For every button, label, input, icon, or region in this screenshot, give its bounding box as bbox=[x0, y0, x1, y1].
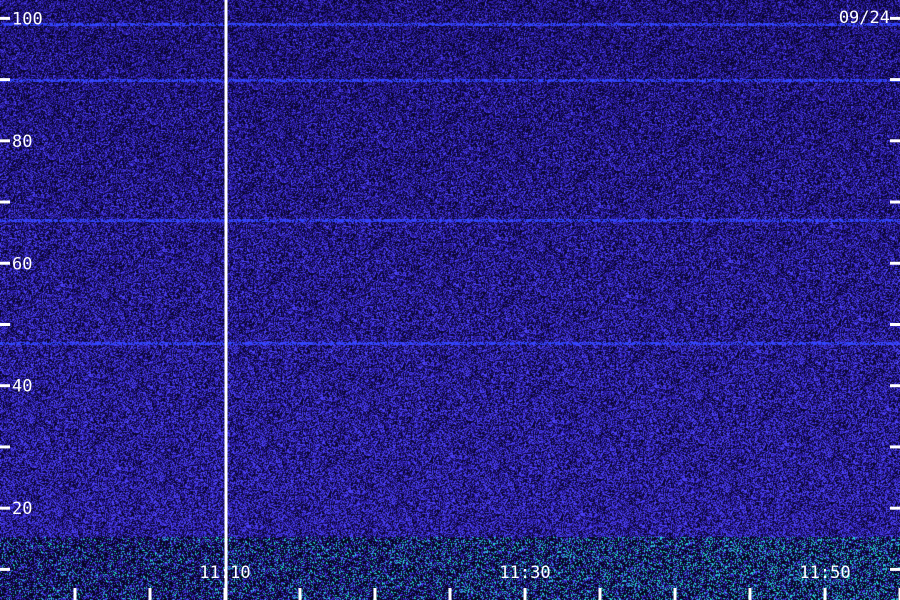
x-tick-label: 11:30 bbox=[499, 563, 550, 583]
y-tick-label: 60 bbox=[12, 254, 32, 274]
x-axis: 11:10 11:30 11:50 bbox=[73, 563, 900, 600]
y-axis: 100 80 60 40 20 bbox=[0, 9, 900, 571]
y-tick-label: 80 bbox=[12, 132, 32, 152]
y-tick-label: 20 bbox=[12, 499, 32, 519]
y-tick-label: 40 bbox=[12, 377, 32, 397]
spectrogram-axes-overlay: 100 80 60 40 20 11:10 11:30 11:50 09/24 bbox=[0, 0, 900, 600]
y-tick-label: 100 bbox=[12, 9, 43, 29]
x-tick-label: 11:50 bbox=[799, 563, 850, 583]
spectrogram-chart: 100 80 60 40 20 11:10 11:30 11:50 09/24 bbox=[0, 0, 900, 600]
x-tick-label: 11:10 bbox=[199, 563, 250, 583]
date-label: 09/24 bbox=[839, 8, 890, 28]
